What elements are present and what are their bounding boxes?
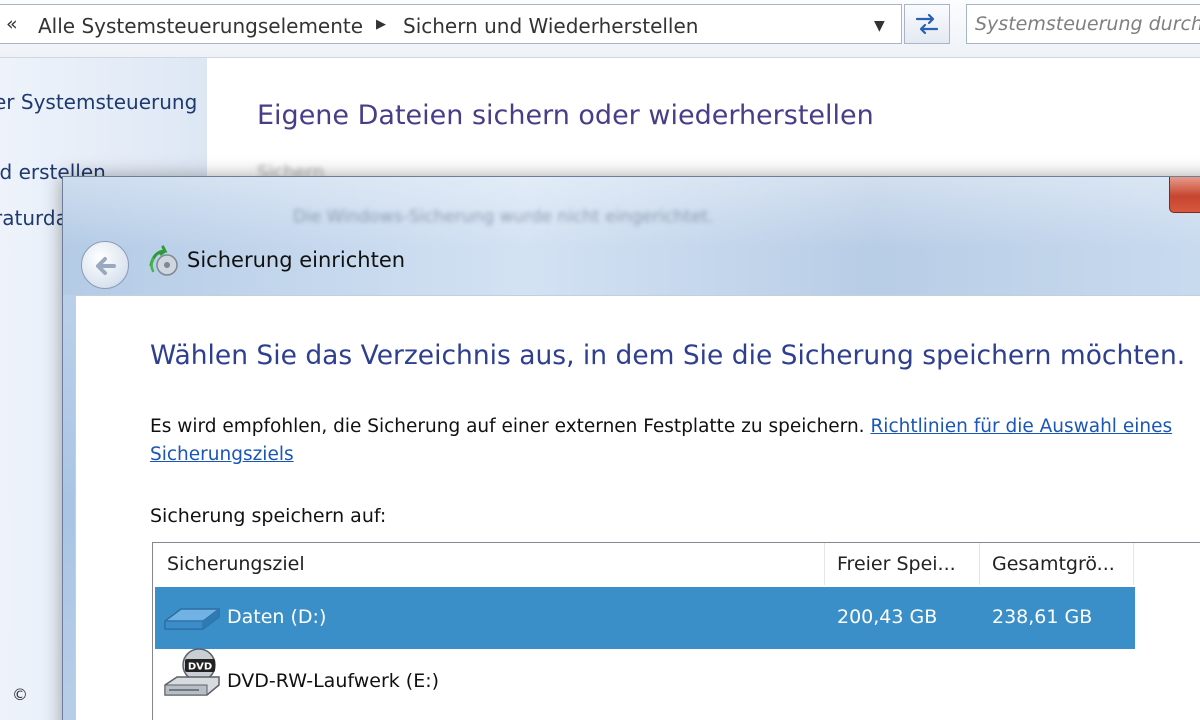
column-header-target[interactable]: Sicherungsziel [167,553,305,575]
backup-target-list[interactable]: Sicherungsziel Freier Spei... Gesamtgrö.… [152,542,1200,720]
recommendation-text: Es wird empfohlen, die Sicherung auf ein… [150,413,1200,469]
address-bar: « Alle Systemsteuerungselemente ▶ Sicher… [0,0,1200,58]
breadcrumb-backup-restore[interactable]: Sichern und Wiederherstellen [403,14,698,38]
recommendation-sentence: Es wird empfohlen, die Sicherung auf ein… [150,416,865,437]
dvd-drive-icon: DVD [164,648,220,696]
breadcrumb[interactable]: « Alle Systemsteuerungselemente ▶ Sicher… [0,4,902,44]
back-arrow-icon [96,257,116,275]
column-header-free-space[interactable]: Freier Spei... [837,553,956,575]
page-title: Eigene Dateien sichern oder wiederherste… [257,100,874,131]
copyright-mark: © [12,685,28,704]
list-item-dvd-drive[interactable]: DVD DVD-RW-Laufwerk (E:) [155,648,1135,713]
dialog-body: Wählen Sie das Verzeichnis aus, in dem S… [75,295,1200,720]
free-space: 200,43 GB [837,606,938,628]
close-button[interactable] [1169,177,1200,213]
dialog-title: Sicherung einrichten [187,248,406,272]
column-header-total-size[interactable]: Gesamtgrö... [992,553,1115,575]
address-dropdown-icon[interactable]: ▼ [874,18,885,34]
column-divider[interactable] [824,543,825,585]
dialog-titlebar: Die Windows-Sicherung wurde nicht einger… [63,177,1200,295]
breadcrumb-all-control-panel-items[interactable]: Alle Systemsteuerungselemente [38,14,363,38]
backup-setup-dialog: Die Windows-Sicherung wurde nicht einger… [62,176,1200,720]
dvd-logo-text: DVD [188,662,212,673]
nav-link-control-panel-home[interactable]: er Systemsteuerung [0,90,197,114]
target-name: DVD-RW-Laufwerk (E:) [227,670,440,692]
list-item-data-drive[interactable]: Daten (D:) 200,43 GB 238,61 GB [155,587,1135,649]
column-divider[interactable] [1133,543,1134,585]
breadcrumb-separator-icon[interactable]: ▶ [376,17,386,32]
hard-drive-icon [164,608,220,630]
blurred-background-text: Die Windows-Sicherung wurde nicht einger… [293,207,714,227]
search-box[interactable] [966,4,1200,44]
nav-link-repair-disc[interactable]: raturda [0,206,68,230]
instruction-heading: Wählen Sie das Verzeichnis aus, in dem S… [150,340,1186,371]
total-size: 238,61 GB [992,606,1093,628]
refresh-button[interactable] [904,4,950,44]
column-divider[interactable] [979,543,980,585]
search-input[interactable] [975,11,1200,37]
target-name: Daten (D:) [227,606,327,628]
overflow-chevron-icon[interactable]: « [6,13,18,35]
backup-app-icon [149,245,178,276]
list-header: Sicherungsziel Freier Spei... Gesamtgrö.… [153,543,1200,585]
back-button[interactable] [81,241,129,289]
save-location-label: Sicherung speichern auf: [150,505,387,527]
refresh-icon [915,13,939,35]
